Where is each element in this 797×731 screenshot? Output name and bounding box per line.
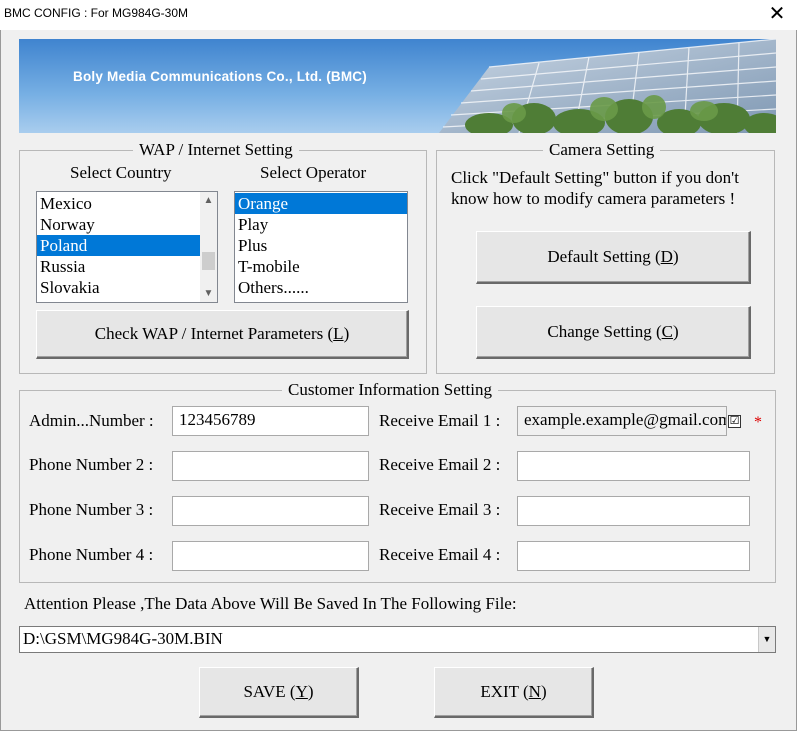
country-list-item[interactable]: Poland bbox=[37, 235, 217, 256]
select-country-label: Select Country bbox=[70, 163, 172, 182]
exit-pre: EXIT ( bbox=[480, 682, 529, 701]
company-banner: Boly Media Communications Co., Ltd. (BMC… bbox=[19, 39, 776, 133]
check-wap-key: L bbox=[333, 324, 344, 343]
scroll-up-icon[interactable]: ▲ bbox=[200, 192, 217, 209]
exit-key: N bbox=[528, 682, 541, 701]
operator-list-item[interactable]: Play bbox=[235, 214, 407, 235]
scroll-down-icon[interactable]: ▼ bbox=[200, 285, 217, 302]
admin-number-field[interactable]: 123456789 bbox=[172, 406, 369, 436]
save-post: ) bbox=[307, 682, 314, 701]
phone-number-4-field[interactable] bbox=[172, 541, 369, 571]
country-listbox[interactable]: Mexico Norway Poland Russia Slovakia ▲ ▼ bbox=[36, 191, 218, 303]
scroll-thumb[interactable] bbox=[202, 252, 215, 270]
camera-group-legend: Camera Setting bbox=[543, 140, 661, 160]
country-list-item[interactable]: Russia bbox=[37, 256, 217, 277]
camera-hint-line1: Click "Default Setting" button if you do… bbox=[451, 168, 739, 187]
phone-number-2-label: Phone Number 2 : bbox=[29, 455, 154, 474]
receive-email-3-label: Receive Email 3 : bbox=[379, 500, 501, 519]
save-button[interactable]: SAVE (Y) bbox=[199, 667, 359, 718]
close-icon[interactable]: ✕ bbox=[757, 0, 797, 30]
select-operator-label: Select Operator bbox=[260, 163, 367, 182]
country-list-item[interactable]: Norway bbox=[37, 214, 217, 235]
operator-list-item[interactable]: Plus bbox=[235, 235, 407, 256]
country-scrollbar[interactable]: ▲ ▼ bbox=[200, 192, 217, 302]
receive-email-2-field[interactable] bbox=[517, 451, 750, 481]
wap-group-legend: WAP / Internet Setting bbox=[133, 140, 299, 160]
file-path-combo[interactable]: D:\GSM\MG984G-30M.BIN ▼ bbox=[19, 626, 776, 653]
default-setting-key: D bbox=[660, 247, 673, 266]
admin-number-label: Admin...Number : bbox=[29, 411, 154, 430]
default-setting-pre: Default Setting ( bbox=[547, 247, 661, 266]
exit-button[interactable]: EXIT (N) bbox=[434, 667, 594, 718]
operator-list-item[interactable]: Others...... bbox=[235, 277, 407, 298]
receive-email-4-field[interactable] bbox=[517, 541, 750, 571]
operator-listbox[interactable]: Orange Play Plus T-mobile Others...... bbox=[234, 191, 408, 303]
window-title: BMC CONFIG : For MG984G-30M bbox=[4, 6, 189, 20]
change-setting-pre: Change Setting ( bbox=[547, 322, 662, 341]
operator-list-item[interactable]: T-mobile bbox=[235, 256, 407, 277]
title-bar: BMC CONFIG : For MG984G-30M ✕ bbox=[0, 0, 797, 30]
attention-text: Attention Please ,The Data Above Will Be… bbox=[24, 594, 517, 613]
phone-number-3-field[interactable] bbox=[172, 496, 369, 526]
phone-number-3-label: Phone Number 3 : bbox=[29, 500, 154, 519]
check-wap-pre: Check WAP / Internet Parameters ( bbox=[94, 324, 334, 343]
required-mark: * bbox=[754, 414, 762, 431]
default-setting-post: ) bbox=[672, 247, 679, 266]
default-setting-button[interactable]: Default Setting (D) bbox=[476, 231, 751, 284]
change-setting-button[interactable]: Change Setting (C) bbox=[476, 306, 751, 359]
operator-list-item[interactable]: Orange bbox=[235, 193, 407, 214]
receive-email-3-field[interactable] bbox=[517, 496, 750, 526]
exit-post: ) bbox=[540, 682, 547, 701]
check-wap-post: ) bbox=[343, 324, 350, 343]
chevron-down-icon[interactable]: ▼ bbox=[758, 627, 775, 652]
country-list-item[interactable]: Slovakia bbox=[37, 277, 217, 298]
save-key: Y bbox=[295, 682, 308, 701]
phone-number-4-label: Phone Number 4 : bbox=[29, 545, 154, 564]
camera-hint-line2: know how to modify camera parameters ! bbox=[451, 189, 736, 208]
country-list-item[interactable]: Mexico bbox=[37, 193, 217, 214]
save-pre: SAVE ( bbox=[243, 682, 296, 701]
receive-email-4-label: Receive Email 4 : bbox=[379, 545, 501, 564]
file-path-value: D:\GSM\MG984G-30M.BIN bbox=[23, 629, 223, 648]
receive-email-2-label: Receive Email 2 : bbox=[379, 455, 501, 474]
phone-number-2-field[interactable] bbox=[172, 451, 369, 481]
customer-group-legend: Customer Information Setting bbox=[282, 380, 498, 400]
email-1-checkbox[interactable]: ☑ bbox=[728, 415, 741, 428]
building-image bbox=[19, 39, 776, 133]
company-name: Boly Media Communications Co., Ltd. (BMC… bbox=[73, 69, 367, 84]
change-setting-key: C bbox=[661, 322, 673, 341]
receive-email-1-field[interactable]: example.example@gmail.com bbox=[517, 406, 727, 436]
check-wap-parameters-button[interactable]: Check WAP / Internet Parameters (L) bbox=[36, 310, 409, 359]
receive-email-1-label: Receive Email 1 : bbox=[379, 411, 501, 430]
change-setting-post: ) bbox=[672, 322, 679, 341]
